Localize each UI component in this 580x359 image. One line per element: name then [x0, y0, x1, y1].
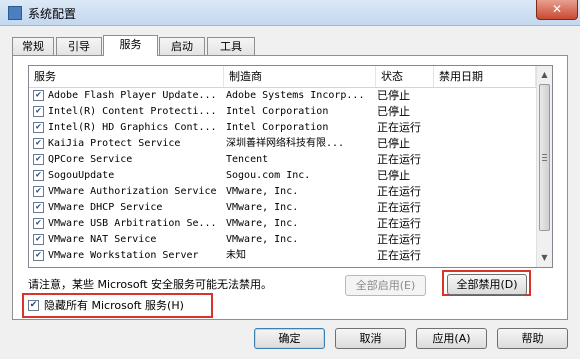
app-icon	[8, 6, 22, 20]
service-name: VMware NAT Service	[48, 234, 157, 245]
tab-startup[interactable]: 启动	[159, 37, 205, 55]
tab-boot[interactable]: 引导	[56, 37, 102, 55]
list-header: 服务 制造商 状态 禁用日期	[29, 66, 536, 88]
window-title: 系统配置	[28, 7, 77, 21]
service-maker: VMware, Inc.	[226, 186, 299, 197]
service-name: Intel(R) HD Graphics Cont...	[48, 122, 217, 133]
help-button[interactable]: 帮助	[497, 328, 568, 349]
service-status: 正在运行	[377, 185, 421, 198]
service-status: 正在运行	[377, 201, 421, 214]
table-row[interactable]: ✔ VMware Authorization Service VMware, Inc…	[29, 184, 536, 200]
service-checkbox[interactable]: ✔	[33, 234, 44, 245]
service-maker: VMware, Inc.	[226, 234, 299, 245]
service-status: 已停止	[377, 137, 410, 150]
service-maker: Adobe Systems Incorp...	[226, 90, 365, 101]
vertical-scrollbar[interactable]: ▲ ▼	[536, 66, 552, 267]
service-name: VMware DHCP Service	[48, 202, 163, 213]
service-status: 已停止	[377, 89, 410, 102]
tab-tools[interactable]: 工具	[207, 37, 255, 55]
column-header-disabled-date[interactable]: 禁用日期	[434, 66, 536, 87]
title-bar: 系统配置 ✕	[0, 0, 580, 26]
table-row[interactable]: ✔ VMware NAT Service VMware, Inc. 正在运行	[29, 232, 536, 248]
service-name: VMware Authorization Service	[48, 186, 217, 197]
hide-ms-label[interactable]: 隐藏所有 Microsoft 服务(H)	[44, 299, 184, 313]
grip-line-icon	[542, 157, 547, 158]
service-maker: Intel Corporation	[226, 106, 329, 117]
table-row[interactable]: ✔ Intel(R) Content Protecti... Intel Corpo…	[29, 104, 536, 120]
column-header-maker[interactable]: 制造商	[224, 66, 376, 87]
service-checkbox[interactable]: ✔	[33, 186, 44, 197]
service-checkbox[interactable]: ✔	[33, 250, 44, 261]
service-status: 正在运行	[377, 217, 421, 230]
service-checkbox[interactable]: ✔	[33, 122, 44, 133]
table-row[interactable]: ✔ KaiJia Protect Service 深圳善祥网络科技有限... 已停止	[29, 136, 536, 152]
table-row[interactable]: ✔ VMware Workstation Server 未知 正在运行	[29, 248, 536, 264]
service-name: KaiJia Protect Service	[48, 138, 181, 149]
service-maker: 未知	[226, 250, 246, 261]
ok-button[interactable]: 确定	[254, 328, 325, 349]
table-row[interactable]: ✔ VMware USB Arbitration Se... VMware, Inc…	[29, 216, 536, 232]
service-name: VMware Workstation Server	[48, 250, 199, 261]
cancel-button[interactable]: 取消	[335, 328, 406, 349]
service-maker: Intel Corporation	[226, 122, 329, 133]
service-name: QPCore Service	[48, 154, 133, 165]
hide-ms-checkbox[interactable]: ✔	[28, 300, 39, 311]
service-status: 已停止	[377, 105, 410, 118]
service-checkbox[interactable]: ✔	[33, 106, 44, 117]
services-list: 服务 制造商 状态 禁用日期 ✔ Adobe Flash Player Updat…	[28, 65, 553, 268]
tab-services[interactable]: 服务	[103, 35, 158, 56]
column-header-service[interactable]: 服务	[29, 66, 224, 87]
service-status: 已停止	[377, 169, 410, 182]
service-name: SogouUpdate	[48, 170, 115, 181]
grip-line-icon	[542, 160, 547, 161]
table-row[interactable]: ✔ SogouUpdate Sogou.com Inc. 已停止	[29, 168, 536, 184]
service-checkbox[interactable]: ✔	[33, 138, 44, 149]
service-status: 正在运行	[377, 249, 421, 262]
service-checkbox[interactable]: ✔	[33, 218, 44, 229]
disable-all-button[interactable]: 全部禁用(D)	[447, 274, 527, 295]
service-name: Adobe Flash Player Update...	[48, 90, 217, 101]
table-row[interactable]: ✔ VMware DHCP Service VMware, Inc. 正在运行	[29, 200, 536, 216]
service-maker: VMware, Inc.	[226, 218, 299, 229]
service-checkbox[interactable]: ✔	[33, 90, 44, 101]
service-maker: VMware, Inc.	[226, 202, 299, 213]
rows: ✔ Adobe Flash Player Update... Adobe Syste…	[29, 88, 536, 264]
service-status: 正在运行	[377, 153, 421, 166]
scroll-thumb[interactable]	[539, 84, 550, 231]
service-checkbox[interactable]: ✔	[33, 170, 44, 181]
service-name: VMware USB Arbitration Se...	[48, 218, 217, 229]
column-header-status[interactable]: 状态	[376, 66, 434, 87]
service-maker: 深圳善祥网络科技有限...	[226, 138, 345, 149]
table-row[interactable]: ✔ Adobe Flash Player Update... Adobe Syste…	[29, 88, 536, 104]
service-name: Intel(R) Content Protecti...	[48, 106, 217, 117]
security-notice: 请注意，某些 Microsoft 安全服务可能无法禁用。	[28, 278, 273, 291]
service-maker: Tencent	[226, 154, 269, 165]
service-checkbox[interactable]: ✔	[33, 202, 44, 213]
close-button[interactable]: ✕	[536, 0, 578, 20]
tab-general[interactable]: 常规	[12, 37, 54, 55]
apply-button[interactable]: 应用(A)	[416, 328, 487, 349]
table-row[interactable]: ✔ Intel(R) HD Graphics Cont... Intel Corpo…	[29, 120, 536, 136]
enable-all-button[interactable]: 全部启用(E)	[345, 275, 426, 296]
scroll-down-icon[interactable]: ▼	[537, 250, 552, 266]
service-status: 正在运行	[377, 121, 421, 134]
service-maker: Sogou.com Inc.	[226, 170, 311, 181]
service-status: 正在运行	[377, 233, 421, 246]
table-row[interactable]: ✔ QPCore Service Tencent 正在运行	[29, 152, 536, 168]
scroll-up-icon[interactable]: ▲	[537, 67, 552, 83]
service-checkbox[interactable]: ✔	[33, 154, 44, 165]
grip-line-icon	[542, 154, 547, 155]
